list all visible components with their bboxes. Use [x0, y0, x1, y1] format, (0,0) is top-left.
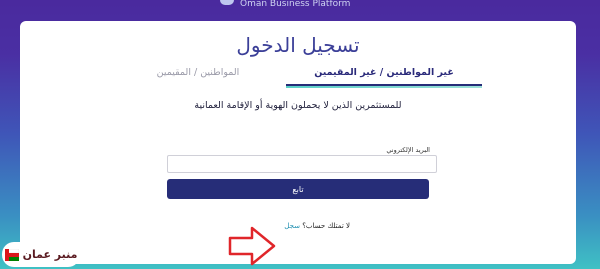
platform-logo: Oman Business Platform — [220, 0, 390, 10]
email-field[interactable] — [167, 155, 437, 173]
login-card: تسجيل الدخول غير المواطنين / غير المقيمي… — [20, 21, 576, 266]
watermark-badge: منبر عمان — [2, 242, 80, 267]
logo-text: Oman Business Platform — [240, 0, 351, 9]
tab-citizens[interactable]: المواطنين / المقيمين — [138, 64, 258, 84]
email-label: البريد الإلكتروني — [386, 146, 430, 154]
signup-link[interactable]: سجل — [284, 222, 300, 230]
watermark-text: منبر عمان — [22, 248, 78, 261]
no-account-text: لا تمتلك حساب؟ — [302, 222, 350, 230]
form-subtitle: للمستثمرين الذين لا يحملون الهوية أو الإ… — [194, 100, 402, 111]
oman-flag-icon — [4, 248, 19, 261]
continue-button[interactable]: تابع — [167, 179, 429, 199]
page-title: تسجيل الدخول — [236, 33, 360, 57]
logo-mark-icon — [220, 0, 234, 5]
red-arrow-annotation-icon — [228, 226, 276, 266]
login-tabs: غير المواطنين / غير المقيمين المواطنين /… — [20, 64, 576, 88]
tab-non-citizens[interactable]: غير المواطنين / غير المقيمين — [286, 64, 482, 88]
